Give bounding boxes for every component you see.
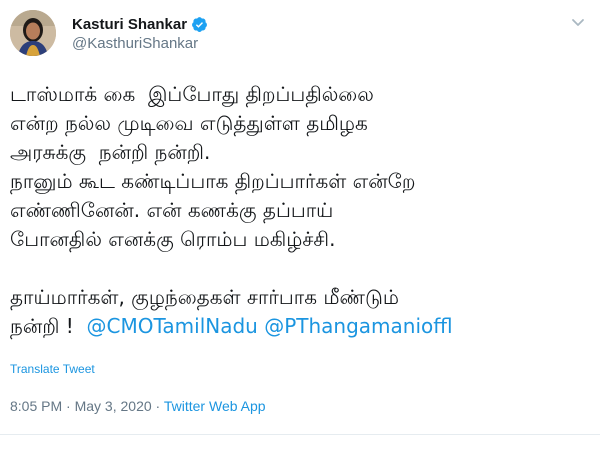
tweet-line: எண்ணினேன். என் கணக்கு தப்பாய் [10,198,334,222]
tweet-line: டாஸ்மாக் கை இப்போது திறப்பதில்லை [10,82,374,106]
meta-separator: · [151,398,164,414]
tweet-card: Kasturi Shankar @KasthuriShankar டாஸ்மாக… [0,0,600,450]
tweet-line: போனதில் எனக்கு ரொம்ப மகிழ்ச்சி. [10,227,336,251]
avatar-image [10,10,56,56]
chevron-down-icon[interactable] [570,14,586,30]
tweet-source-link[interactable]: Twitter Web App [164,398,266,414]
meta-separator: · [62,398,75,414]
tweet-text: டாஸ்மாக் கை இப்போது திறப்பதில்லை என்ற நல… [10,80,590,341]
tweet-line: என்ற நல்ல முடிவை எடுத்துள்ள தமிழக [10,111,368,135]
author-handle[interactable]: @KasthuriShankar [72,35,198,52]
tweet-meta: 8:05 PM · May 3, 2020 · Twitter Web App [10,398,266,414]
mention-link[interactable]: @PThangamanioffl [264,314,452,338]
tweet-line: அரசுக்கு நன்றி நன்றி. [10,140,211,164]
tweet-date[interactable]: May 3, 2020 [75,398,152,414]
divider [0,434,600,435]
mention-link[interactable]: @CMOTamilNadu [87,314,258,338]
tweet-last-line: நன்றி ! @CMOTamilNadu @PThangamanioffl [10,312,590,341]
translate-tweet-link[interactable]: Translate Tweet [10,362,95,376]
avatar[interactable] [10,10,56,56]
verified-badge-icon [191,16,208,33]
tweet-line-prefix: நன்றி ! [10,314,87,338]
author-name-row: Kasturi Shankar [72,15,208,33]
tweet-time[interactable]: 8:05 PM [10,398,62,414]
tweet-line: நானும் கூட கண்டிப்பாக திறப்பார்கள் என்றே [10,169,416,193]
author-display-name[interactable]: Kasturi Shankar [72,16,187,33]
tweet-line: தாய்மார்கள், குழந்தைகள் சார்பாக மீண்டும் [10,285,399,309]
